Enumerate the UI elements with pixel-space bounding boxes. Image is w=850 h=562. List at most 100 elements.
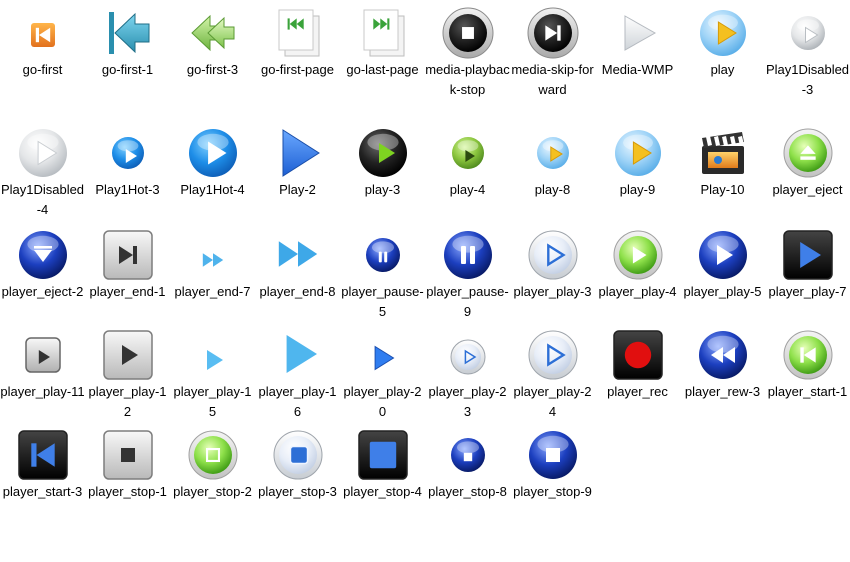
icon-tile[interactable]: go-first-page	[255, 0, 340, 100]
icon-tile[interactable]: player_play-24	[510, 322, 595, 422]
icon-tile[interactable]: player_rec	[595, 322, 680, 422]
icon-tile[interactable]: player_stop-8	[425, 422, 510, 522]
icon-label: player_pause-5	[341, 284, 424, 319]
go-last-page-icon	[363, 9, 405, 57]
icon-label: go-first	[22, 62, 63, 77]
player-rew-3-icon	[699, 331, 747, 379]
icon-label: player_play-4	[598, 284, 677, 299]
icon-label: play-4	[449, 182, 486, 197]
play-2-icon	[282, 129, 320, 177]
player-stop-3-icon	[273, 430, 323, 480]
icon-label: player_eject-2	[1, 284, 84, 299]
icon-tile[interactable]: player_play-16	[255, 322, 340, 422]
icon-tile[interactable]: media-skip-forward	[510, 0, 595, 100]
icon-label: go-first-1	[101, 62, 154, 77]
icon-tile[interactable]: player_play-12	[85, 322, 170, 422]
icon-tile[interactable]: play-9	[595, 120, 680, 220]
icon-label: Play1Hot-4	[180, 182, 245, 197]
icon-tile[interactable]: player_start-3	[0, 422, 85, 522]
icon-tile[interactable]: player_stop-3	[255, 422, 340, 522]
icon-tile[interactable]: Play1Hot-3	[85, 120, 170, 220]
play-3-icon	[359, 129, 407, 177]
icon-tile[interactable]: Media-WMP	[595, 0, 680, 100]
icon-label: Play1Disabled-4	[0, 182, 85, 217]
icon-tile[interactable]: Play-2	[255, 120, 340, 220]
go-first-page-icon	[278, 9, 320, 57]
icon-tile[interactable]: go-first-1	[85, 0, 170, 100]
player-stop-1-icon	[103, 430, 153, 480]
icon-tile[interactable]: Play-10	[680, 120, 765, 220]
play1hot-4-icon	[189, 129, 237, 177]
icon-tile[interactable]: go-last-page	[340, 0, 425, 100]
player-end-7-icon	[202, 253, 224, 267]
icon-tile[interactable]: Play1Hot-4	[170, 120, 255, 220]
player-play-12-icon	[103, 330, 153, 380]
icon-tile[interactable]: player_end-1	[85, 222, 170, 322]
icon-tile[interactable]: player_rew-3	[680, 322, 765, 422]
icon-label: player_start-3	[2, 484, 83, 499]
go-first-3-icon	[191, 14, 235, 52]
icon-tile[interactable]: play-3	[340, 120, 425, 220]
player-end-8-icon	[278, 241, 318, 267]
player-end-1-icon	[103, 230, 153, 280]
icon-label: player_stop-2	[173, 484, 252, 499]
player-eject-2-icon	[19, 231, 67, 279]
media-playback-stop-icon	[442, 7, 494, 59]
icon-tile[interactable]: player_end-7	[170, 222, 255, 322]
icon-tile[interactable]: player_eject-2	[0, 222, 85, 322]
player-pause-5-icon	[366, 238, 400, 272]
icon-tile[interactable]: player_stop-1	[85, 422, 170, 522]
icon-tile[interactable]: go-first	[0, 0, 85, 100]
icon-label: player_stop-9	[513, 484, 592, 499]
icon-label: go-first-page	[261, 62, 334, 77]
icon-tile[interactable]: player_eject	[765, 120, 850, 220]
icon-tile[interactable]: player_play-4	[595, 222, 680, 322]
icon-label: player_stop-4	[343, 484, 422, 499]
icon-label: player_end-8	[259, 284, 336, 299]
icon-tile[interactable]: player_end-8	[255, 222, 340, 322]
icon-label: player_rew-3	[684, 384, 761, 399]
icon-label: player_stop-3	[258, 484, 337, 499]
icon-tile[interactable]: go-first-3	[170, 0, 255, 100]
player-play-7-icon	[783, 230, 833, 280]
icon-label: Play-2	[279, 182, 316, 197]
icon-tile[interactable]: player_play-7	[765, 222, 850, 322]
icon-tile[interactable]: Play1Disabled-3	[765, 0, 850, 100]
icon-label: play-8	[534, 182, 571, 197]
icon-tile[interactable]: player_pause-9	[425, 222, 510, 322]
icon-label: player_play-15	[173, 384, 252, 419]
icon-tile[interactable]: player_pause-5	[340, 222, 425, 322]
icon-tile[interactable]: player_start-1	[765, 322, 850, 422]
icon-tile[interactable]: player_play-15	[170, 322, 255, 422]
icon-label: player_end-7	[174, 284, 251, 299]
icon-label: player_stop-1	[88, 484, 167, 499]
icon-tile[interactable]: player_play-11	[0, 322, 85, 422]
player-play-5-icon	[699, 231, 747, 279]
icon-label: player_play-20	[343, 384, 422, 419]
icon-tile[interactable]: play-4	[425, 120, 510, 220]
icon-label: player_play-16	[258, 384, 337, 419]
player-rec-icon	[613, 330, 663, 380]
icon-label: player_end-1	[89, 284, 166, 299]
icon-tile[interactable]: player_play-3	[510, 222, 595, 322]
icon-tile[interactable]: Play1Disabled-4	[0, 120, 85, 220]
icon-label: Play-10	[700, 182, 745, 197]
player-stop-8-icon	[451, 438, 485, 472]
player-start-1-icon	[783, 330, 833, 380]
play-9-icon	[615, 130, 661, 176]
icon-tile[interactable]: player_play-20	[340, 322, 425, 422]
icon-tile[interactable]: player_play-5	[680, 222, 765, 322]
player-pause-9-icon	[444, 231, 492, 279]
icon-tile[interactable]: play	[680, 0, 765, 100]
player-play-3-icon	[528, 230, 578, 280]
icon-tile[interactable]: media-playback-stop	[425, 0, 510, 100]
icon-label: player_play-12	[88, 384, 167, 419]
icon-tile[interactable]: player_stop-4	[340, 422, 425, 522]
icon-tile[interactable]: play-8	[510, 120, 595, 220]
go-first-icon	[31, 23, 55, 47]
icon-tile[interactable]: player_play-23	[425, 322, 510, 422]
icon-tile[interactable]: player_stop-9	[510, 422, 595, 522]
icon-tile[interactable]: player_stop-2	[170, 422, 255, 522]
icon-label: Media-WMP	[601, 62, 674, 77]
icon-label: player_rec	[607, 384, 668, 399]
